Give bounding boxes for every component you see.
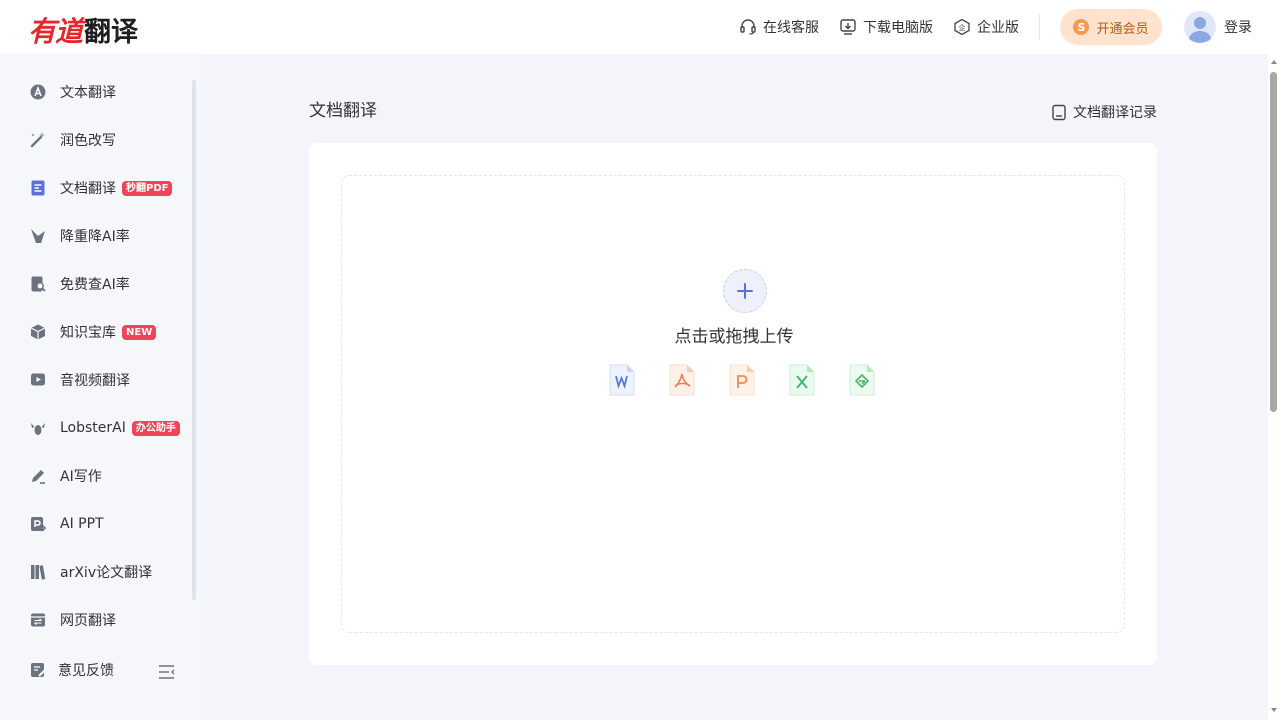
sidebar-item-text-translate[interactable]: 文本翻译 [28, 80, 116, 104]
cube-icon [28, 322, 48, 342]
pen-icon [28, 466, 48, 486]
lobster-icon [28, 418, 48, 438]
sidebar-item-label: AI PPT [60, 516, 104, 532]
top-header: 有道 翻译 在线客服 下载电脑版 企 企业版 S 开通会员 登录 [0, 0, 1280, 54]
enterprise-icon: 企 [954, 18, 970, 36]
collapse-menu-icon [159, 665, 175, 679]
scroll-down-icon[interactable] [1271, 708, 1277, 712]
sidebar-item-arxiv[interactable]: arXiv论文翻译 [28, 560, 152, 584]
enterprise-link[interactable]: 企 企业版 [953, 17, 1019, 37]
logo-brand: 有道 [28, 15, 83, 48]
sidebar: 文本翻译 润色改写 文档翻译 秒翻PDF 降重降AI率 免费查AI率 知识宝库 … [0, 54, 200, 720]
excel-file-icon [788, 364, 816, 396]
feedback-label: 意见反馈 [58, 663, 114, 679]
sidebar-item-label: 降重降AI率 [60, 229, 130, 245]
sidebar-item-label: arXiv论文翻译 [60, 565, 153, 581]
ppt-icon [28, 514, 48, 534]
webpage-icon [28, 610, 48, 630]
sidebar-item-document-translate[interactable]: 文档翻译 秒翻PDF [28, 176, 173, 200]
file-drop-zone[interactable]: 点击或拖拽上传 [341, 175, 1125, 633]
user-avatar[interactable] [1184, 11, 1216, 43]
sidebar-item-video-translate[interactable]: 音视频翻译 [28, 368, 130, 392]
pdf-badge: 秒翻PDF [122, 180, 173, 196]
sidebar-item-label: LobsterAI [60, 420, 126, 436]
svg-text:企: 企 [959, 23, 966, 32]
history-doc-icon [1052, 104, 1066, 120]
page-scrollbar[interactable] [1268, 54, 1280, 720]
translation-history-link[interactable]: 文档翻译记录 [1051, 102, 1157, 122]
feedback-link[interactable]: 意见反馈 [28, 660, 114, 680]
download-icon [840, 19, 856, 35]
drop-hint-text: 点击或拖拽上传 [674, 327, 794, 347]
video-icon [28, 370, 48, 390]
upload-card: 点击或拖拽上传 [309, 143, 1157, 665]
sidebar-item-label: AI写作 [60, 469, 102, 485]
vip-button[interactable]: S 开通会员 [1060, 9, 1162, 45]
logo-product: 翻译 [84, 17, 139, 48]
download-desktop-link[interactable]: 下载电脑版 [839, 17, 933, 37]
youdao-logo[interactable]: 有道 翻译 [28, 10, 138, 50]
sidebar-item-knowledge[interactable]: 知识宝库 NEW [28, 320, 157, 344]
sidebar-item-ai-writing[interactable]: AI写作 [28, 464, 102, 488]
sidebar-item-label: 音视频翻译 [60, 373, 130, 389]
text-translate-icon [28, 82, 48, 102]
scrollbar-thumb[interactable] [1270, 72, 1277, 412]
header-divider [1039, 14, 1040, 40]
sidebar-item-check-ai[interactable]: 免费查AI率 [28, 272, 130, 296]
plus-icon [737, 283, 753, 299]
books-icon [28, 562, 48, 582]
sidebar-item-reduce-ai[interactable]: 降重降AI率 [28, 224, 130, 248]
upload-plus-button[interactable] [723, 269, 767, 313]
sidebar-item-lobsterai[interactable]: LobsterAI 办公助手 [28, 416, 180, 440]
sidebar-item-label: 网页翻译 [60, 613, 116, 629]
history-label: 文档翻译记录 [1073, 105, 1157, 121]
feedback-icon [28, 660, 48, 680]
online-support-link[interactable]: 在线客服 [739, 17, 819, 37]
search-doc-icon [28, 274, 48, 294]
headset-icon [740, 19, 756, 35]
scroll-up-icon[interactable] [1271, 60, 1277, 64]
vip-label: 开通会员 [1096, 21, 1149, 37]
document-icon [28, 178, 48, 198]
vip-coin-icon: S [1073, 19, 1090, 35]
sidebar-item-label: 文档翻译 [60, 181, 116, 197]
pdf-file-icon [668, 364, 696, 396]
epub-file-icon [848, 364, 876, 396]
collapse-sidebar-button[interactable] [158, 664, 176, 684]
header-nav: 在线客服 下载电脑版 企 企业版 S 开通会员 登录 [739, 0, 1280, 54]
enterprise-label: 企业版 [977, 20, 1019, 36]
online-support-label: 在线客服 [763, 20, 819, 36]
sidebar-item-label: 润色改写 [60, 133, 116, 149]
sidebar-item-webpage-translate[interactable]: 网页翻译 [28, 608, 116, 632]
supported-file-types [608, 364, 908, 396]
sidebar-scrollbar[interactable] [192, 80, 196, 600]
magic-wand-icon [28, 130, 48, 150]
sidebar-item-label: 知识宝库 [60, 325, 116, 341]
word-file-icon [608, 364, 636, 396]
reduce-icon [28, 226, 48, 246]
new-badge: NEW [122, 324, 157, 340]
login-button[interactable]: 登录 [1224, 17, 1252, 37]
sidebar-item-label: 文本翻译 [60, 85, 116, 101]
sidebar-item-polish[interactable]: 润色改写 [28, 128, 116, 152]
download-desktop-label: 下载电脑版 [863, 20, 933, 36]
ppt-file-icon [728, 364, 756, 396]
office-assistant-badge: 办公助手 [131, 420, 180, 436]
sidebar-item-ai-ppt[interactable]: AI PPT [28, 512, 104, 536]
sidebar-item-label: 免费查AI率 [60, 277, 130, 293]
page-title: 文档翻译 [309, 101, 377, 121]
